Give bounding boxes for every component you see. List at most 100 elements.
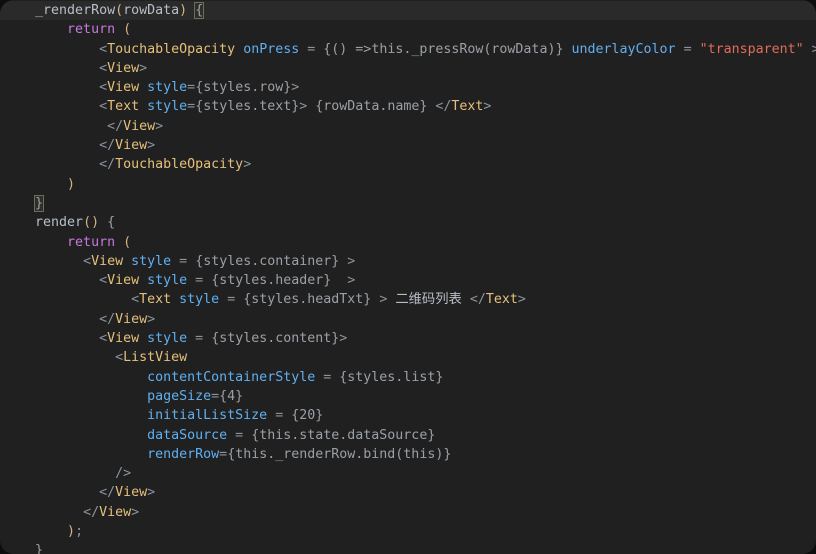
code-token: >	[517, 292, 526, 308]
code-line[interactable]: return (	[0, 20, 816, 39]
code-token: >	[371, 292, 396, 308]
code-line[interactable]: <TouchableOpacity onPress = {() =>this._…	[0, 40, 816, 59]
code-line[interactable]: </View>	[0, 310, 816, 329]
code-token: pageSize	[147, 388, 212, 404]
code-line[interactable]: render() {	[0, 213, 816, 232]
code-token: {20}	[291, 408, 324, 424]
code-token: style	[147, 99, 188, 115]
code-token: <	[115, 350, 124, 366]
code-token: )	[67, 524, 76, 540]
code-token: {styles.container}	[195, 253, 340, 269]
code-token: ListView	[123, 350, 188, 366]
code-line[interactable]: />	[0, 464, 816, 483]
code-token: =	[187, 331, 212, 347]
code-token: {this._renderRow.bind(this)}	[227, 446, 452, 462]
code-token: =	[227, 427, 252, 443]
code-line[interactable]: </TouchableOpacity>	[0, 155, 816, 174]
code-line[interactable]: <Text style = {styles.headTxt} > 二维码列表 <…	[0, 290, 816, 309]
code-line[interactable]: </View>	[0, 136, 816, 155]
code-line[interactable]: <Text style={styles.text}> {rowData.name…	[0, 97, 816, 116]
code-line[interactable]: );	[0, 522, 816, 541]
code-token: =	[315, 369, 340, 385]
code-line[interactable]: </View>	[0, 117, 816, 136]
code-token: View	[99, 504, 132, 520]
code-token: Text	[485, 292, 518, 308]
code-token: underlayColor	[571, 41, 676, 57]
code-token: View	[115, 485, 148, 501]
code-token: style	[131, 253, 172, 269]
code-line[interactable]: </View>	[0, 503, 816, 522]
code-token: =	[211, 388, 220, 404]
code-token: >	[483, 99, 492, 115]
code-token: dataSource	[147, 427, 228, 443]
code-line[interactable]: _renderRow(rowData) {	[0, 1, 816, 21]
code-token: >	[331, 273, 356, 289]
code-line[interactable]: <View style={styles.row}>	[0, 78, 816, 97]
code-token: <	[99, 41, 108, 57]
code-token: >	[291, 80, 300, 96]
code-token: View	[107, 273, 140, 289]
code-token: >	[139, 60, 148, 76]
code-token: renderRow	[147, 446, 220, 462]
code-token: style	[147, 80, 188, 96]
code-line[interactable]: pageSize={4}	[0, 387, 816, 406]
code-line[interactable]: <View>	[0, 59, 816, 78]
code-token: View	[91, 253, 124, 269]
code-token: >	[339, 253, 356, 269]
code-line[interactable]: renderRow={this._renderRow.bind(this)}	[0, 445, 816, 464]
code-line[interactable]: return (	[0, 233, 816, 252]
code-token: )	[67, 176, 76, 192]
code-line[interactable]: <ListView	[0, 348, 816, 367]
code-line[interactable]: initialListSize = {20}	[0, 406, 816, 425]
code-token: </	[469, 292, 486, 308]
code-token: </	[107, 118, 124, 134]
code-token: {rowData.name}	[315, 99, 428, 115]
code-token: onPress	[243, 41, 300, 57]
code-token: <	[99, 99, 108, 115]
code-token: </	[99, 138, 116, 154]
code-line[interactable]: <View style = {styles.content}>	[0, 329, 816, 348]
code-token: return	[67, 22, 116, 38]
code-line[interactable]: dataSource = {this.state.dataSource}	[0, 426, 816, 445]
code-token: =	[187, 273, 212, 289]
code-line[interactable]: <View style = {styles.header} >	[0, 271, 816, 290]
code-line[interactable]: contentContainerStyle = {styles.list}	[0, 368, 816, 387]
code-line[interactable]: <View style = {styles.container} >	[0, 252, 816, 271]
code-editor-surface[interactable]: _renderRow(rowData) { return ( <Touchabl…	[0, 0, 816, 554]
code-token: ;	[75, 524, 84, 540]
code-line[interactable]: }	[0, 541, 816, 554]
code-line[interactable]: </View>	[0, 483, 816, 502]
code-line[interactable]: )	[0, 175, 816, 194]
code-token: render	[35, 215, 84, 231]
code-token: <	[131, 292, 140, 308]
code-token: >	[339, 331, 348, 347]
code-token: {() =>	[323, 41, 372, 57]
code-line[interactable]: }	[0, 194, 816, 213]
code-token: 二维码列表	[395, 292, 462, 308]
code-token: }	[34, 194, 45, 212]
code-token: >	[243, 157, 252, 173]
code-editor-window: _renderRow(rowData) { return ( <Touchabl…	[0, 0, 816, 554]
